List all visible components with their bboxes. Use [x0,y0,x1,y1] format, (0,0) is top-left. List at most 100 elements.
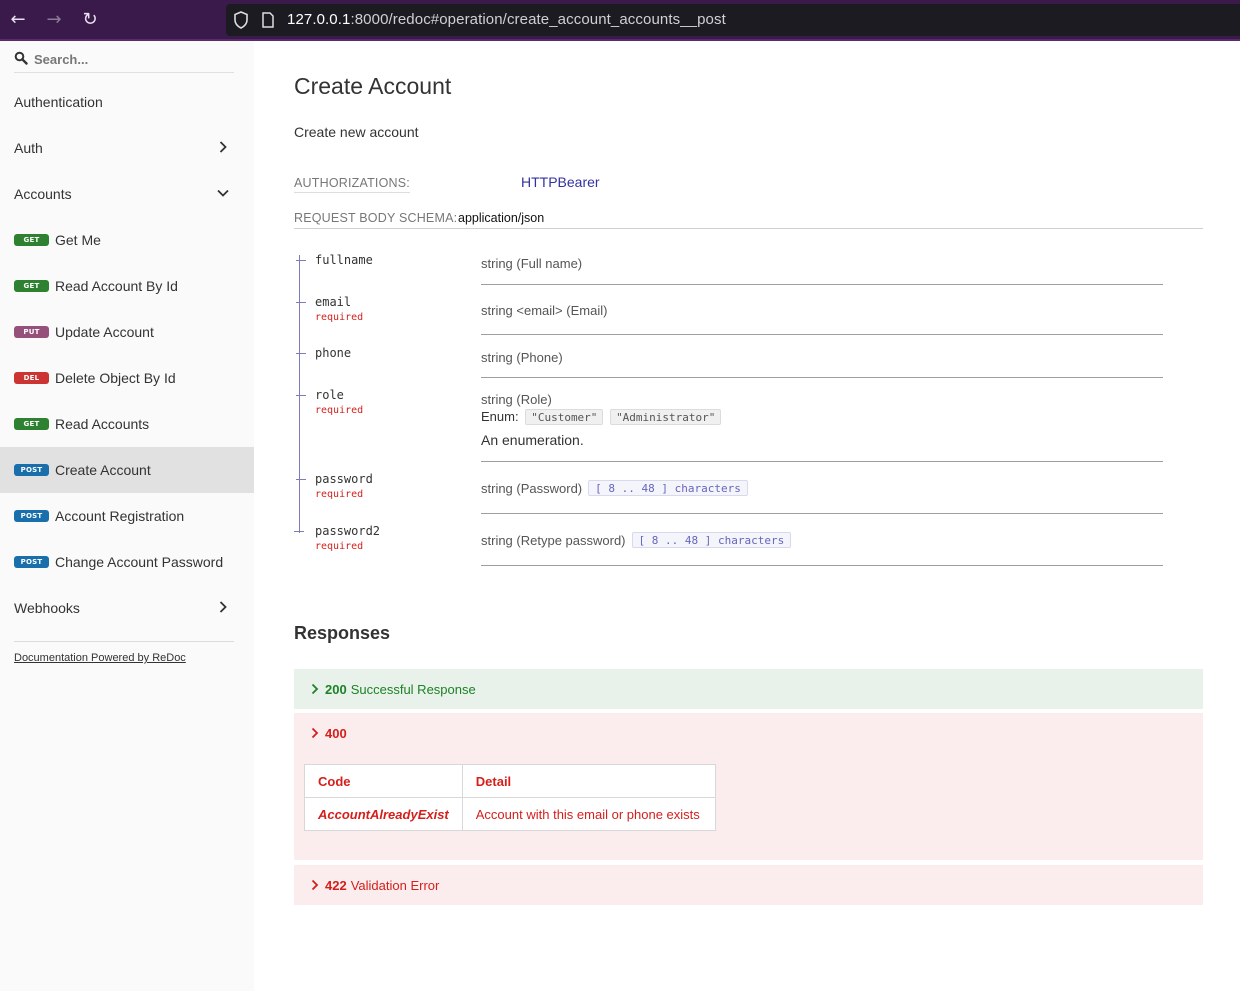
field-type-text: string (Password) [481,481,583,496]
sidebar-item-auth[interactable]: Auth [0,125,254,171]
tree-branch [296,353,306,354]
chevron-right-icon [311,727,319,739]
url-host: 127.0.0.1 [287,11,351,28]
response-code: 400 [325,725,347,741]
sidebar-item-label: Get Me [55,232,101,248]
method-badge: DEL [14,372,49,384]
length-constraint: [ 8 .. 48 ] characters [631,532,792,548]
field-divider [481,513,1163,514]
field-type-text: string (Role) [481,392,552,407]
field-type-text: string (Retype password) [481,533,626,548]
response-label: Successful Response [350,681,476,697]
sidebar-item-create-account[interactable]: POST Create Account [0,447,254,493]
url-path: :8000/redoc#operation/create_account_acc… [350,11,726,28]
enum-value: "Administrator" [610,409,722,425]
response-code: 422 [325,877,347,893]
field-name: role [315,388,344,402]
sidebar: Authentication Auth Accounts GET Get Me … [0,41,254,991]
response-header[interactable]: 200 Successful Response [309,669,476,709]
response-200[interactable]: 200 Successful Response [294,669,1203,709]
response-header[interactable]: 400 [309,713,351,753]
table-row: AccountAlreadyExist Account with this em… [304,797,717,831]
request-body-content-type: application/json [458,211,545,225]
sidebar-item-change-account-password[interactable]: POST Change Account Password [0,539,254,585]
search-input[interactable] [34,50,230,68]
chevron-right-icon [311,879,319,891]
sidebar-item-label: Authentication [14,94,103,110]
response-422[interactable]: 422 Validation Error [294,865,1203,905]
field-name: fullname [315,253,373,267]
sidebar-item-label: Create Account [55,462,151,478]
redoc-powered-link[interactable]: Documentation Powered by ReDoc [14,652,186,664]
method-badge: GET [14,418,49,430]
sidebar-item-label: Update Account [55,324,154,340]
sidebar-item-label: Delete Object By Id [55,370,176,386]
error-table: Code Detail AccountAlreadyExist Account … [304,764,717,831]
authorization-link[interactable]: HTTPBearer [521,174,600,190]
field-type: string (Retype password) [ 8 .. 48 ] char… [481,532,792,548]
enum-value: "Customer" [525,409,604,425]
reload-icon[interactable]: ↻ [78,8,102,32]
request-body-label: REQUEST BODY SCHEMA: [294,211,458,225]
sidebar-item-delete-object-by-id[interactable]: DEL Delete Object By Id [0,355,254,401]
field-name: password [315,472,373,486]
field-type-text: string (Phone) [481,350,563,365]
required-label: required [315,541,364,552]
sidebar-item-webhooks[interactable]: Webhooks [0,585,254,631]
field-divider [481,565,1163,566]
tree-branch [296,302,306,303]
page-icon [262,12,274,28]
enum-list: Enum: "Customer" "Administrator" [481,409,722,425]
url-text[interactable]: 127.0.0.1:8000/redoc#operation/create_ac… [287,11,726,29]
sidebar-item-label: Account Registration [55,508,185,524]
field-name: email [315,295,352,309]
field-type-text: string (Full name) [481,256,583,271]
tree-branch [294,531,304,532]
enum-label: Enum: [481,409,519,424]
tree-branch [296,479,306,480]
response-label: Validation Error [350,877,440,893]
operation-description: Create new account [294,124,419,140]
address-bar[interactable]: 127.0.0.1:8000/redoc#operation/create_ac… [226,4,1240,36]
sidebar-item-read-account-by-id[interactable]: GET Read Account By Id [0,263,254,309]
field-type: string <email> (Email) [481,303,607,318]
sidebar-item-account-registration[interactable]: POST Account Registration [0,493,254,539]
sidebar-item-label: Accounts [14,186,72,202]
response-header[interactable]: 422 Validation Error [309,865,439,905]
method-badge: POST [14,510,49,522]
required-label: required [315,312,364,323]
chevron-right-icon [219,141,227,153]
field-type: string (Password) [ 8 .. 48 ] characters [481,480,748,496]
schema-tree-line [299,255,300,533]
arrow-left-icon[interactable]: ← [6,8,30,32]
sidebar-item-authentication[interactable]: Authentication [0,79,254,125]
sidebar-item-accounts[interactable]: Accounts [0,171,254,217]
chevron-right-icon [311,683,319,695]
field-type: string (Full name) [481,256,582,271]
field-type: string (Phone) [481,350,563,365]
chevron-down-icon [217,189,229,197]
response-400[interactable]: 400 Code Detail AccountAlreadyExist Acco… [294,713,1203,860]
method-badge: GET [14,280,49,292]
table-header: Code [304,764,463,798]
field-type-text: string <email> (Email) [481,303,608,318]
required-label: required [315,405,364,416]
authorizations-label: AUTHORIZATIONS: [294,176,410,193]
sidebar-item-label: Webhooks [14,600,80,616]
sidebar-divider [14,641,234,642]
sidebar-item-get-me[interactable]: GET Get Me [0,217,254,263]
arrow-right-icon[interactable]: → [42,8,66,32]
field-divider [481,334,1163,335]
table-cell: Account with this email or phone exists [461,797,717,831]
tree-branch [296,260,306,261]
sidebar-item-read-accounts[interactable]: GET Read Accounts [0,401,254,447]
sidebar-item-update-account[interactable]: PUT Update Account [0,309,254,355]
field-note: An enumeration. [481,432,584,448]
response-code: 200 [325,681,347,697]
responses-heading: Responses [294,623,391,643]
method-badge: POST [14,556,49,568]
required-label: required [315,489,364,500]
search-icon [14,51,28,65]
divider [294,228,1203,229]
tree-branch [296,395,306,396]
